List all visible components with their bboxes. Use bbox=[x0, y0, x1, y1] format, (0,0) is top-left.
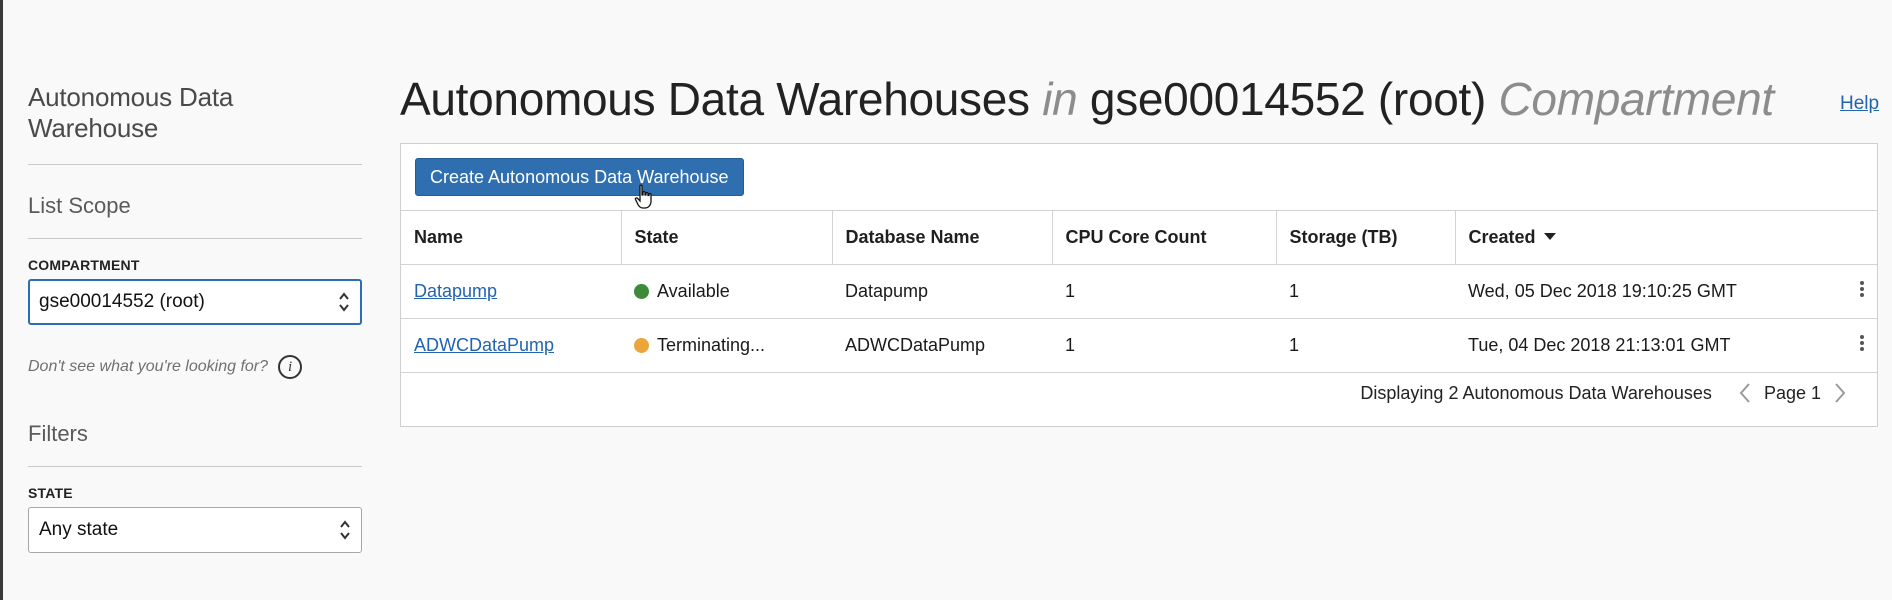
state-select-value: Any state bbox=[39, 519, 119, 540]
warehouses-panel: Create Autonomous Data Warehouse Name St… bbox=[400, 143, 1878, 427]
table-row: Datapump Available Datapump 1 1 Wed, 05 … bbox=[401, 264, 1877, 319]
title-resource: Autonomous Data Warehouses bbox=[400, 73, 1030, 125]
database-name-cell: ADWCDataPump bbox=[832, 318, 1052, 373]
storage-cell: 1 bbox=[1276, 264, 1455, 319]
column-header-name[interactable]: Name bbox=[401, 210, 622, 265]
created-cell: Wed, 05 Dec 2018 19:10:25 GMT bbox=[1455, 264, 1817, 319]
cpu-count-cell: 1 bbox=[1052, 264, 1276, 319]
divider bbox=[28, 466, 362, 467]
table-row: ADWCDataPump Terminating... ADWCDataPump… bbox=[401, 318, 1877, 373]
row-actions-menu[interactable] bbox=[1817, 264, 1877, 319]
compartment-label: COMPARTMENT bbox=[28, 257, 140, 273]
title-compartment: gse00014552 (root) bbox=[1089, 73, 1487, 125]
divider bbox=[28, 164, 362, 165]
select-arrows-icon bbox=[339, 292, 349, 312]
help-hint: Don't see what you're looking for? i bbox=[28, 355, 362, 379]
display-count: Displaying 2 Autonomous Data Warehouses bbox=[1360, 382, 1712, 403]
row-actions-menu[interactable] bbox=[1817, 318, 1877, 373]
table-header-row: Name State Database Name CPU Core Count … bbox=[401, 210, 1877, 265]
sidebar-title: Autonomous Data Warehouse bbox=[28, 82, 234, 143]
column-header-database-name[interactable]: Database Name bbox=[832, 210, 1053, 265]
page-title: Autonomous Data Warehouses in gse0001455… bbox=[400, 72, 1880, 126]
sidebar: Autonomous Data Warehouse List Scope COM… bbox=[28, 82, 362, 553]
column-header-cpu-core-count[interactable]: CPU Core Count bbox=[1052, 210, 1277, 265]
column-header-state[interactable]: State bbox=[621, 210, 833, 265]
table-footer: Displaying 2 Autonomous Data Warehouses … bbox=[1360, 382, 1859, 404]
chevron-left-icon[interactable] bbox=[1738, 382, 1752, 404]
main-header: Autonomous Data Warehouses in gse0001455… bbox=[400, 72, 1880, 126]
page-indicator: Page 1 bbox=[1763, 382, 1821, 403]
created-cell: Tue, 04 Dec 2018 21:13:01 GMT bbox=[1455, 318, 1817, 373]
state-label: STATE bbox=[28, 485, 73, 501]
state-cell: Available bbox=[621, 264, 832, 319]
state-text: Available bbox=[657, 281, 730, 301]
title-compartment-word: Compartment bbox=[1498, 73, 1775, 125]
title-in: in bbox=[1042, 73, 1078, 125]
window-left-edge bbox=[0, 0, 3, 600]
cpu-count-cell: 1 bbox=[1052, 318, 1276, 373]
filters-heading: Filters bbox=[28, 421, 88, 446]
warehouses-table: Name State Database Name CPU Core Count … bbox=[401, 210, 1877, 373]
chevron-right-icon[interactable] bbox=[1833, 382, 1847, 404]
compartment-select[interactable]: gse00014552 (root) bbox=[28, 279, 362, 325]
create-adw-button[interactable]: Create Autonomous Data Warehouse bbox=[415, 158, 744, 196]
status-available-icon bbox=[634, 284, 649, 299]
database-name-cell: Datapump bbox=[832, 264, 1052, 319]
storage-cell: 1 bbox=[1276, 318, 1455, 373]
kebab-menu-icon bbox=[1860, 333, 1864, 353]
divider bbox=[28, 238, 362, 239]
list-scope-heading: List Scope bbox=[28, 193, 131, 218]
column-header-storage[interactable]: Storage (TB) bbox=[1276, 210, 1456, 265]
state-text: Terminating... bbox=[657, 335, 766, 355]
state-cell: Terminating... bbox=[621, 318, 832, 373]
status-terminating-icon bbox=[634, 338, 649, 353]
compartment-select-value: gse00014552 (root) bbox=[39, 291, 205, 312]
info-icon[interactable]: i bbox=[278, 355, 303, 379]
help-link[interactable]: Help bbox=[1840, 93, 1879, 115]
select-arrows-icon bbox=[340, 520, 350, 540]
sort-descending-icon bbox=[1543, 233, 1556, 240]
hint-text: Don't see what you're looking for? bbox=[28, 358, 269, 375]
hand-cursor-icon bbox=[634, 184, 652, 209]
state-select[interactable]: Any state bbox=[28, 507, 362, 553]
created-header-label: Created bbox=[1468, 227, 1536, 247]
kebab-menu-icon bbox=[1860, 279, 1864, 299]
column-header-created[interactable]: Created bbox=[1455, 210, 1877, 265]
warehouse-name-link[interactable]: Datapump bbox=[414, 281, 497, 301]
warehouse-name-link[interactable]: ADWCDataPump bbox=[414, 335, 554, 355]
